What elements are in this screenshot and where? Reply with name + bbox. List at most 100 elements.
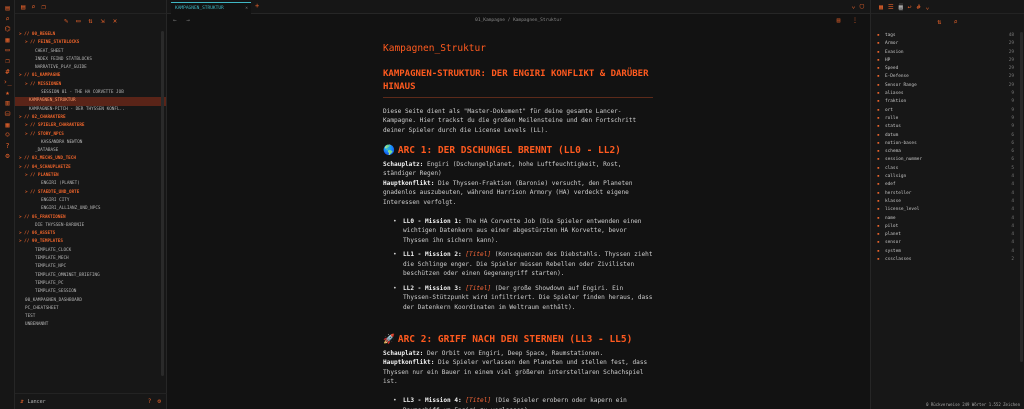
new-tab-icon[interactable]: + <box>255 2 259 10</box>
backlinks-tab-icon[interactable]: ↩ <box>908 3 912 11</box>
tab-kampagnen-struktur[interactable]: KAMPAGNEN_STRUKTUR ✕ <box>171 2 251 14</box>
property-row[interactable]: ▪ name 4 <box>871 215 1024 223</box>
tree-folder[interactable]: > // MISSIONEN <box>15 81 166 89</box>
property-row[interactable]: ▪ hersteller 4 <box>871 190 1024 198</box>
property-row[interactable]: ▪ sensor 4 <box>871 239 1024 247</box>
tree-file[interactable]: TEST <box>15 313 166 321</box>
property-row[interactable]: ▪ Evasion 29 <box>871 49 1024 57</box>
kanban-icon[interactable]: ▥ <box>0 98 15 109</box>
property-row[interactable]: ▪ tags 48 <box>871 32 1024 40</box>
canvas-icon[interactable]: ▭ <box>0 45 15 56</box>
property-row[interactable]: ▪ aliases 9 <box>871 90 1024 98</box>
tree-file[interactable]: TEMPLATE_NPC <box>15 263 166 271</box>
tree-file[interactable]: TEMPLATE_SESSION <box>15 288 166 296</box>
sort-icon[interactable]: ⇅ <box>937 18 941 26</box>
new-note-icon[interactable]: ✎ <box>64 17 68 25</box>
tree-folder[interactable]: > // 04_SCHAUPLAETZE <box>15 164 166 172</box>
property-row[interactable]: ▪ license_level 4 <box>871 206 1024 214</box>
bookmark-icon[interactable]: ★ <box>0 88 15 99</box>
tree-folder[interactable]: > // 00_REGELN <box>15 31 166 39</box>
search-tab-icon[interactable]: ⌕ <box>31 3 35 11</box>
tree-folder[interactable]: > // STORY_NPCS <box>15 131 166 139</box>
sort-icon[interactable]: ⇅ <box>88 17 92 25</box>
tags-tab-icon[interactable]: # <box>917 3 921 11</box>
property-row[interactable]: ▪ schema 6 <box>871 148 1024 156</box>
breadcrumb[interactable]: 01_Kampagne / Kampagnen_Struktur <box>167 18 870 23</box>
calendar-icon[interactable]: ▦ <box>0 35 15 46</box>
view-actions-icon[interactable]: ▤ ⋮ <box>837 17 862 24</box>
document-content[interactable]: Kampagnen_Struktur KAMPAGNEN-STRUKTUR: D… <box>383 30 653 409</box>
graph-icon[interactable]: ⌬ <box>0 24 15 35</box>
page-title[interactable]: Kampagnen_Struktur <box>383 42 653 57</box>
database-icon[interactable]: ⛁ <box>0 109 15 120</box>
tree-folder[interactable]: > // 99_TEMPLATES <box>15 238 166 246</box>
property-list-scrollbar[interactable] <box>1020 32 1023 362</box>
close-tab-icon[interactable]: ✕ <box>245 3 248 14</box>
property-row[interactable]: ▪ datum 6 <box>871 132 1024 140</box>
tree-folder[interactable]: > // 01_KAMPAGNE <box>15 72 166 80</box>
property-row[interactable]: ▪ system 4 <box>871 248 1024 256</box>
tree-file[interactable]: SESSION 01 - THE HA CORVETTE JOB <box>15 89 166 97</box>
property-row[interactable]: ▪ session_nummer 6 <box>871 156 1024 164</box>
property-row[interactable]: ▪ klasse 4 <box>871 198 1024 206</box>
tree-file[interactable]: TEMPLATE_OMNINET_BRIEFING <box>15 272 166 280</box>
tree-file[interactable]: KAMPAGNEN_STRUKTUR <box>15 97 166 106</box>
property-row[interactable]: ▪ pilot 4 <box>871 223 1024 231</box>
table-icon[interactable]: ▦ <box>0 120 15 131</box>
collapse-icon[interactable]: ⇲ <box>101 17 105 25</box>
property-row[interactable]: ▪ Armor 29 <box>871 40 1024 48</box>
tree-folder[interactable]: > // PLANETEN <box>15 172 166 180</box>
tree-file[interactable]: ENGIRI (PLANET) <box>15 180 166 188</box>
property-row[interactable]: ▪ ort 9 <box>871 107 1024 115</box>
files-tab-icon[interactable]: ▤ <box>21 3 25 11</box>
property-row[interactable]: ▪ notion-bases 6 <box>871 140 1024 148</box>
tag-icon[interactable]: # <box>0 67 15 78</box>
tree-folder[interactable]: > // 02_CHARAKTERE <box>15 114 166 122</box>
tree-file[interactable]: TEMPLATE_CLOCK <box>15 247 166 255</box>
file-tree-scrollbar[interactable] <box>161 31 164 376</box>
property-row[interactable]: ▪ Speed 29 <box>871 65 1024 73</box>
tree-file[interactable]: NARRATIVE_PLAY_GUIDE <box>15 64 166 72</box>
property-row[interactable]: ▪ callsign 4 <box>871 173 1024 181</box>
tab-list-icon[interactable]: ⌄ ▢ <box>851 2 864 10</box>
tree-file[interactable]: 00_KAMPAGNEN_DASHBOARD <box>15 297 166 305</box>
tree-folder[interactable]: > // 03_MECHS_UND_TECH <box>15 155 166 163</box>
tree-folder[interactable]: > // SPIELER_CHARAKTERE <box>15 122 166 130</box>
tree-file[interactable]: ENGIRI CITY <box>15 197 166 205</box>
outline-tab-icon[interactable]: ☰ <box>888 3 894 11</box>
more-tabs-icon[interactable]: ⌄ <box>926 3 930 11</box>
property-row[interactable]: ▪ rolle 9 <box>871 115 1024 123</box>
property-row[interactable]: ▪ edef 4 <box>871 181 1024 189</box>
tree-file[interactable]: TEMPLATE_PC <box>15 280 166 288</box>
bookmarks-tab-icon[interactable]: ❐ <box>41 3 45 11</box>
property-row[interactable]: ▪ planet 4 <box>871 231 1024 239</box>
new-folder-icon[interactable]: ▭ <box>76 17 80 25</box>
tree-file[interactable]: _DATABASE <box>15 147 166 155</box>
search-icon[interactable]: ⌕ <box>954 18 958 26</box>
calendar-tab-icon[interactable]: ▦ <box>879 3 883 11</box>
tree-file[interactable]: ENGIRI_ALLIANZ_UND_NPCS <box>15 205 166 213</box>
tree-file[interactable]: INDEX FEIND STATBLOCKS <box>15 56 166 64</box>
tree-folder[interactable]: > // 05_FRAKTIONEN <box>15 214 166 222</box>
files-icon[interactable]: ▤ <box>0 3 15 14</box>
property-row[interactable]: ▪ Sensor Range 29 <box>871 82 1024 90</box>
property-row[interactable]: ▪ E-Defense 29 <box>871 73 1024 81</box>
tree-file[interactable]: KAMPAGNEN-PITCH - DER THYSSEN KONFL.. <box>15 106 166 114</box>
settings-icon[interactable]: ⚙ <box>0 151 15 162</box>
property-row[interactable]: ▪ class 5 <box>871 165 1024 173</box>
property-row[interactable]: ▪ fraktion 9 <box>871 98 1024 106</box>
help-icon[interactable]: ? <box>0 141 15 152</box>
tree-folder[interactable]: > // 06_ASSETS <box>15 230 166 238</box>
property-row[interactable]: ▪ status 9 <box>871 123 1024 131</box>
tree-file[interactable]: UNBENANNT <box>15 321 166 329</box>
tree-file[interactable]: PC_CHEATSHEET <box>15 305 166 313</box>
tree-folder[interactable]: > // STAEDTE_UND_ORTE <box>15 189 166 197</box>
vault-name[interactable]: Lancer <box>28 399 46 405</box>
help-icon[interactable]: ? <box>148 398 152 405</box>
template-icon[interactable]: ❐ <box>0 56 15 67</box>
person-icon[interactable]: ☺ <box>0 130 15 141</box>
vault-switcher-icon[interactable]: ⇵ <box>20 398 24 405</box>
close-icon[interactable]: ✕ <box>113 17 117 25</box>
property-row[interactable]: ▪ cssclasses 2 <box>871 256 1024 264</box>
tree-file[interactable]: DIE THYSSEN-BARONIE <box>15 222 166 230</box>
